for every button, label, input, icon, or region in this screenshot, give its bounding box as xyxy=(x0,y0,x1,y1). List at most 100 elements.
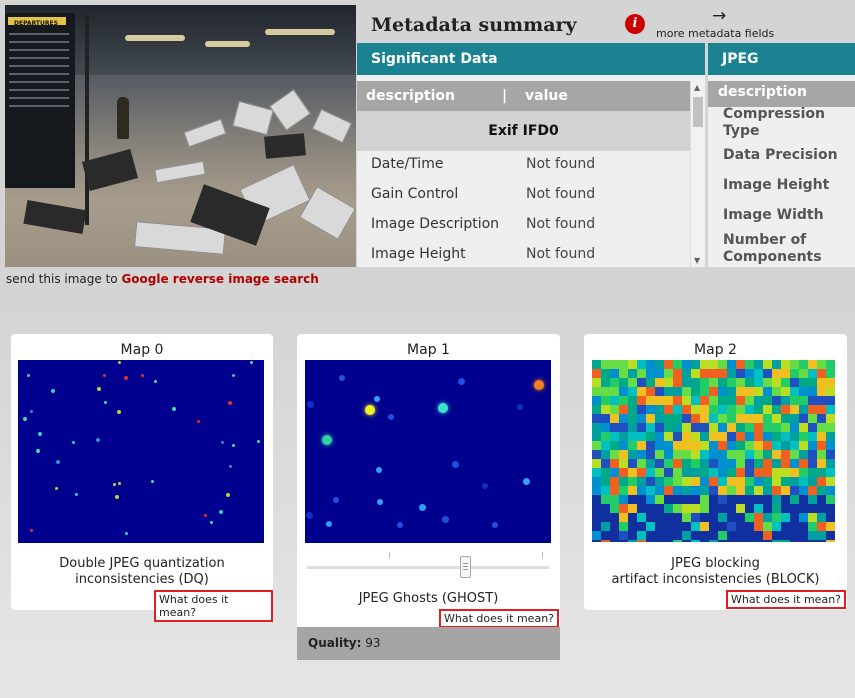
heatmap-block xyxy=(745,486,754,495)
column-description: description xyxy=(366,88,455,104)
heatmap-dot xyxy=(376,467,382,473)
heatmap-block xyxy=(718,513,727,522)
heatmap-block xyxy=(646,540,655,542)
heatmap-block xyxy=(655,414,664,423)
heatmap-block xyxy=(718,504,727,513)
heatmap-block xyxy=(745,495,754,504)
heatmap-block xyxy=(637,459,646,468)
quality-slider-track[interactable] xyxy=(307,566,549,569)
heatmap-block xyxy=(736,414,745,423)
heatmap-block xyxy=(619,531,628,540)
heatmap-block xyxy=(808,540,817,542)
heatmap-block xyxy=(610,414,619,423)
heatmap-dot xyxy=(458,378,465,385)
heatmap-block xyxy=(700,360,709,369)
heatmap-block xyxy=(790,441,799,450)
scroll-down-icon[interactable]: ▼ xyxy=(694,256,700,265)
heatmap-block xyxy=(619,378,628,387)
heatmap-block xyxy=(808,414,817,423)
heatmap-block xyxy=(682,405,691,414)
heatmap-block xyxy=(772,468,781,477)
heatmap-block xyxy=(691,396,700,405)
heatmap-block xyxy=(700,378,709,387)
heatmap-block xyxy=(682,531,691,540)
heatmap-block xyxy=(673,522,682,531)
heatmap-block xyxy=(718,531,727,540)
heatmap-block xyxy=(673,486,682,495)
heatmap-block xyxy=(781,405,790,414)
what-does-it-mean-link[interactable]: What does it mean? xyxy=(154,590,273,622)
heatmap-block xyxy=(673,414,682,423)
more-metadata-fields-link[interactable]: more metadata fields xyxy=(656,27,774,40)
heatmap-block xyxy=(736,396,745,405)
arrow-right-icon[interactable]: → xyxy=(712,6,726,26)
google-reverse-search-link[interactable]: Google reverse image search xyxy=(121,272,318,286)
map-caption-line1: Double JPEG quantization xyxy=(59,556,225,571)
heatmap-block xyxy=(691,414,700,423)
heatmap-block xyxy=(817,477,826,486)
heatmap-block xyxy=(610,360,619,369)
heatmap-block xyxy=(808,405,817,414)
heatmap-block xyxy=(646,495,655,504)
heatmap-block xyxy=(718,405,727,414)
heatmap-block xyxy=(709,396,718,405)
heatmap-block xyxy=(709,405,718,414)
heatmap-block xyxy=(808,441,817,450)
heatmap-block xyxy=(682,540,691,542)
heatmap-block xyxy=(736,513,745,522)
map-card-ghost: Map 1 JPEG Ghosts (GHOST) What does it m… xyxy=(297,334,560,630)
quality-slider-thumb[interactable] xyxy=(460,556,471,578)
heatmap-block xyxy=(772,450,781,459)
heatmap-block xyxy=(619,495,628,504)
heatmap-dot xyxy=(229,465,232,468)
heatmap-block xyxy=(745,531,754,540)
heatmap-block xyxy=(763,486,772,495)
info-icon[interactable]: i xyxy=(625,14,645,34)
heatmap-block xyxy=(799,378,808,387)
heatmap-block xyxy=(709,450,718,459)
what-does-it-mean-link[interactable]: What does it mean? xyxy=(439,609,560,628)
heatmap-block xyxy=(754,459,763,468)
heatmap-block xyxy=(808,396,817,405)
row-key: Date/Time xyxy=(371,156,444,172)
heatmap-dot xyxy=(482,483,488,489)
heatmap-dot xyxy=(125,532,128,535)
heatmap-block xyxy=(718,495,727,504)
heatmap-block xyxy=(664,396,673,405)
heatmap-block xyxy=(709,459,718,468)
heatmap-block xyxy=(682,468,691,477)
heatmap-block xyxy=(628,369,637,378)
heatmap-block xyxy=(826,441,835,450)
heatmap-dot xyxy=(117,410,121,414)
heatmap-block xyxy=(646,486,655,495)
heatmap-block xyxy=(799,423,808,432)
scrollbar-thumb[interactable] xyxy=(693,97,703,127)
significant-data-scrollbar[interactable]: ▲ ▼ xyxy=(690,81,705,267)
scroll-up-icon[interactable]: ▲ xyxy=(694,83,700,92)
heatmap-block xyxy=(727,477,736,486)
what-does-it-mean-link[interactable]: What does it mean? xyxy=(726,590,847,609)
heatmap-block xyxy=(799,459,808,468)
heatmap-block xyxy=(781,369,790,378)
heatmap-block xyxy=(619,468,628,477)
heatmap-block xyxy=(790,459,799,468)
heatmap-block xyxy=(790,450,799,459)
heatmap-block xyxy=(826,432,835,441)
heatmap-block xyxy=(790,468,799,477)
heatmap-block xyxy=(709,540,718,542)
heatmap-block xyxy=(619,369,628,378)
heatmap-block xyxy=(619,477,628,486)
heatmap-dot xyxy=(307,401,314,408)
map-card-block: Map 2 JPEG blocking artifact inconsisten… xyxy=(584,334,847,610)
heatmap-block xyxy=(790,513,799,522)
heatmap-dot xyxy=(333,497,339,503)
heatmap-block xyxy=(655,441,664,450)
heatmap-block xyxy=(826,513,835,522)
heatmap-block xyxy=(673,477,682,486)
heatmap-block xyxy=(727,441,736,450)
heatmap-dot xyxy=(257,440,260,443)
heatmap-block xyxy=(808,459,817,468)
heatmap-block xyxy=(808,378,817,387)
heatmap-block xyxy=(808,495,817,504)
heatmap-block xyxy=(817,468,826,477)
